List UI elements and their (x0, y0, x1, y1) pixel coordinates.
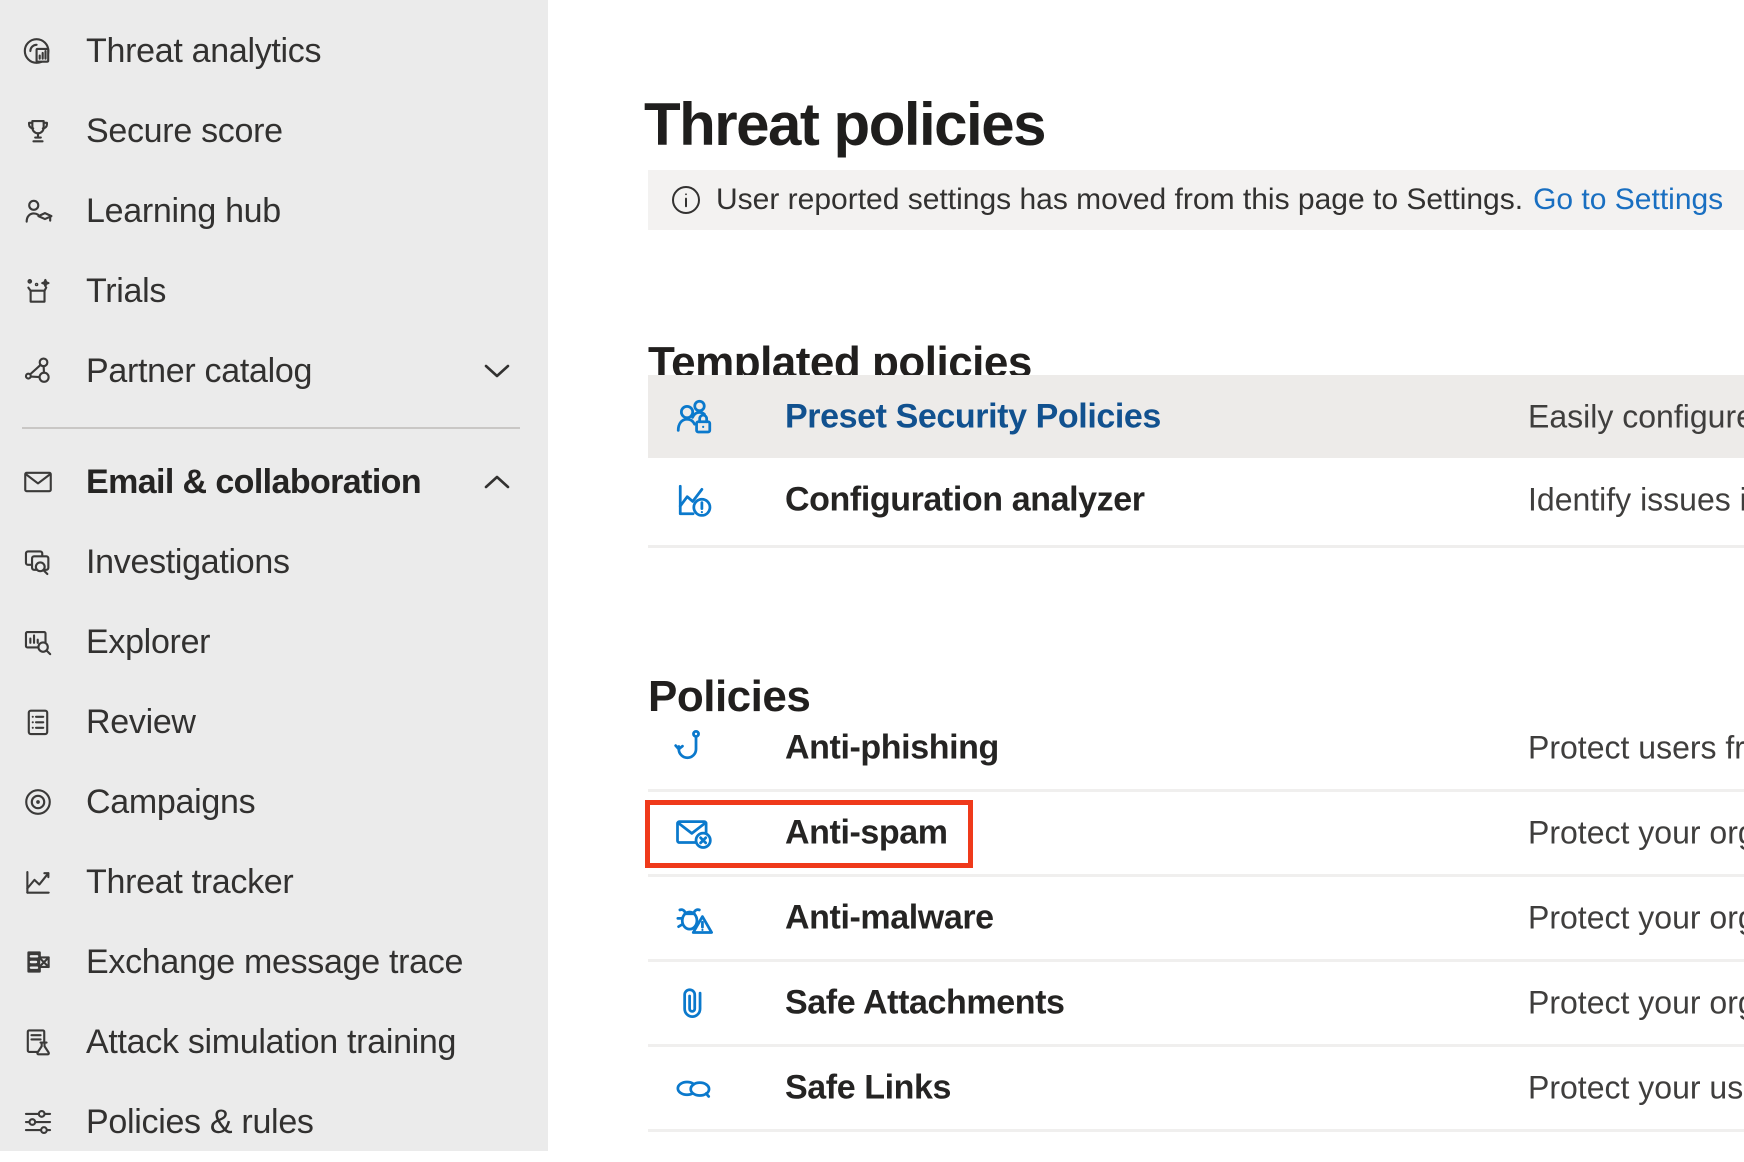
row-anti-malware[interactable]: Anti-malware Protect your organiz (648, 877, 1744, 962)
sidebar-item-campaigns[interactable]: Campaigns (0, 762, 548, 842)
sidebar-item-label: Trials (86, 272, 166, 311)
row-description: Protect users from p (1528, 730, 1744, 767)
email-collaboration-icon (21, 465, 55, 499)
sidebar-item-label: Threat analytics (86, 32, 321, 71)
configuration-analyzer-icon (672, 478, 716, 522)
sidebar-item-label: Review (86, 703, 196, 742)
sidebar-item-label: Threat tracker (86, 863, 293, 902)
sidebar-item-label: Learning hub (86, 192, 281, 231)
sidebar-item-learning-hub[interactable]: Learning hub (0, 171, 548, 251)
row-preset-security-policies[interactable]: Preset Security Policies Easily configur… (648, 375, 1744, 458)
row-label[interactable]: Anti-spam (785, 814, 948, 853)
campaigns-icon (21, 785, 55, 819)
info-banner: User reported settings has moved from th… (648, 170, 1744, 230)
attack-simulation-training-icon (21, 1025, 55, 1059)
anti-malware-icon (672, 896, 716, 940)
safe-attachments-icon (672, 981, 716, 1025)
row-safe-links[interactable]: Safe Links Protect your users fr (648, 1047, 1744, 1132)
safe-links-icon (672, 1066, 716, 1110)
sidebar-item-label: Policies & rules (86, 1103, 314, 1142)
row-label[interactable]: Configuration analyzer (785, 480, 1145, 519)
sidebar-divider (22, 427, 520, 429)
secure-score-icon (21, 114, 55, 148)
sidebar-item-review[interactable]: Review (0, 682, 548, 762)
sidebar-item-trials[interactable]: Trials (0, 251, 548, 331)
sidebar-item-threat-analytics[interactable]: Threat analytics (0, 11, 548, 91)
anti-phishing-icon (672, 726, 716, 770)
main-content: Threat policies User reported settings h… (548, 0, 1744, 1151)
chevron-up-icon[interactable] (482, 472, 512, 492)
explorer-icon (21, 625, 55, 659)
row-anti-spam[interactable]: Anti-spam Protect your organiz (648, 792, 1744, 877)
row-description: Identify issues in you (1528, 481, 1744, 518)
sidebar-item-policies-rules[interactable]: Policies & rules (0, 1082, 548, 1162)
row-label[interactable]: Safe Attachments (785, 984, 1065, 1023)
sidebar-item-label: Explorer (86, 623, 210, 662)
sidebar-item-threat-tracker[interactable]: Threat tracker (0, 842, 548, 922)
investigations-icon (21, 545, 55, 579)
go-to-settings-link[interactable]: Go to Settings (1533, 183, 1723, 217)
info-icon (671, 185, 701, 215)
sidebar-item-label: Attack simulation training (86, 1023, 456, 1062)
templated-policies-table: Preset Security Policies Easily configur… (648, 375, 1744, 548)
policies-rules-icon (21, 1105, 55, 1139)
preset-security-policies-icon (672, 395, 716, 439)
sidebar-item-label: Email & collaboration (86, 463, 421, 502)
sidebar-item-partner-catalog[interactable]: Partner catalog (0, 331, 548, 411)
row-configuration-analyzer[interactable]: Configuration analyzer Identify issues i… (648, 458, 1744, 541)
table-separator (648, 545, 1744, 548)
sidebar-item-label: Partner catalog (86, 352, 312, 391)
sidebar-item-explorer[interactable]: Explorer (0, 602, 548, 682)
left-navigation: Threat analytics Secure score Learning h… (0, 0, 548, 1151)
threat-tracker-icon (21, 865, 55, 899)
exchange-message-trace-icon (21, 945, 55, 979)
sidebar-item-investigations[interactable]: Investigations (0, 522, 548, 602)
sidebar-item-email-collaboration[interactable]: Email & collaboration (0, 442, 548, 522)
row-description: Protect your organiz (1528, 900, 1744, 937)
partner-catalog-icon (21, 354, 55, 388)
policies-table: Anti-phishing Protect users from p Anti-… (648, 707, 1744, 1132)
sidebar-item-secure-score[interactable]: Secure score (0, 91, 548, 171)
trials-icon (21, 274, 55, 308)
sidebar-item-label: Campaigns (86, 783, 255, 822)
page-title: Threat policies (644, 90, 1045, 160)
row-safe-attachments[interactable]: Safe Attachments Protect your organiz (648, 962, 1744, 1047)
sidebar-item-attack-simulation-training[interactable]: Attack simulation training (0, 1002, 548, 1082)
row-anti-phishing[interactable]: Anti-phishing Protect users from p (648, 707, 1744, 792)
sidebar-item-exchange-message-trace[interactable]: Exchange message trace (0, 922, 548, 1002)
anti-spam-icon (672, 811, 716, 855)
learning-hub-icon (21, 194, 55, 228)
row-description: Protect your users fr (1528, 1070, 1744, 1107)
sidebar-item-label: Secure score (86, 112, 283, 151)
chevron-down-icon[interactable] (482, 361, 512, 381)
row-label[interactable]: Anti-malware (785, 899, 994, 938)
review-icon (21, 705, 55, 739)
sidebar-item-label: Exchange message trace (86, 943, 463, 982)
sidebar-item-label: Investigations (86, 543, 290, 582)
row-label[interactable]: Preset Security Policies (785, 397, 1161, 436)
row-description: Protect your organiz (1528, 815, 1744, 852)
row-description: Easily configure prot (1528, 398, 1744, 435)
banner-message: User reported settings has moved from th… (716, 183, 1523, 217)
threat-analytics-icon (21, 34, 55, 68)
row-label[interactable]: Safe Links (785, 1069, 951, 1108)
row-description: Protect your organiz (1528, 985, 1744, 1022)
row-label[interactable]: Anti-phishing (785, 729, 999, 768)
